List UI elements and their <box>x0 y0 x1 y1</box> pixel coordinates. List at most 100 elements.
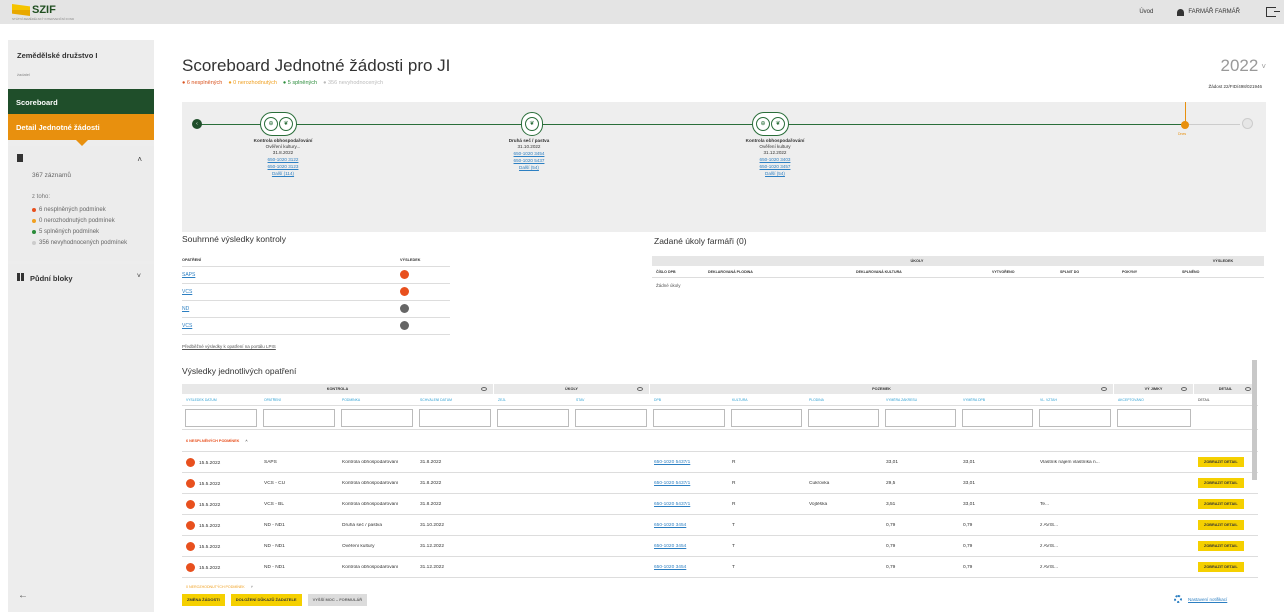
eye-icon[interactable] <box>637 387 643 391</box>
condition-unevaluated[interactable]: 356 nevyhodnocených podmínek <box>32 240 127 246</box>
timeline-node-3[interactable]: ⊕ ❦ <box>752 112 789 136</box>
event-date: 31.8.2022 <box>272 150 294 155</box>
cell-detail: ZOBRAZIT DETAIL <box>1194 541 1258 551</box>
chevron-up-icon[interactable]: ˄ <box>137 155 142 164</box>
schvaleni-date-text: 31.8.2022 <box>420 459 442 465</box>
col-podminka[interactable]: PODMÍNKA <box>338 398 416 402</box>
timeline-end-icon[interactable] <box>1242 118 1253 129</box>
opatreni-link[interactable]: SAPS <box>182 272 400 278</box>
stat-undecided: ● 0 nerozhodnutých <box>228 80 277 86</box>
event-dpb-link[interactable]: 650-1020 5437 <box>474 158 584 163</box>
eye-icon[interactable] <box>481 387 487 391</box>
submit-evidence-button[interactable]: DOLOŽENÍ DŮKAZŮ ŽADATELE <box>230 594 302 606</box>
dpb-link-text[interactable]: 650-1020 3454 <box>654 565 686 570</box>
table-row: 15.5.2022 ND - ND1 Druhá seč / pastva 31.10… <box>182 515 1258 536</box>
dpb-link-text[interactable]: 650-1020 5437/1 <box>654 502 690 507</box>
szif-logo[interactable]: SZIF <box>12 4 56 16</box>
group-ukoly: ÚKOLY <box>910 259 924 263</box>
user-menu[interactable]: FARMÁŘ FARMÁŘ <box>1177 8 1240 16</box>
force-majeure-button[interactable]: VYŠŠÍ MOC – FORMULÁŘ <box>307 594 368 606</box>
event-dpb-link[interactable]: 650-1020 3454 <box>474 151 584 156</box>
col-vymera-zakresu[interactable]: VÝMĚRA ZÁKRESU <box>882 398 959 402</box>
filter-input[interactable] <box>731 408 802 427</box>
filter-input[interactable] <box>185 408 257 427</box>
show-detail-button[interactable]: ZOBRAZIT DETAIL <box>1198 478 1244 488</box>
col-vysledek-datum[interactable]: VÝSLEDEK DATUM <box>182 398 260 402</box>
sidebar-item-scoreboard[interactable]: Scoreboard <box>8 89 154 114</box>
group-unfulfilled-toggle[interactable]: 6 NESPLNĚNÝCH PODMÍNEK ˄ <box>182 430 1258 452</box>
change-application-button[interactable]: ZMĚNA ŽÁDOSTI <box>182 594 225 606</box>
kultura-text: R <box>732 501 736 507</box>
condition-undecided[interactable]: 0 nerozhodnutých podmínek <box>32 218 115 224</box>
plodina-text: Cukrovka <box>809 480 830 486</box>
filter-input[interactable] <box>808 408 879 427</box>
lpis-results-link[interactable]: Předběžné výsledky k opatření na portálu… <box>182 344 276 349</box>
filter-input[interactable] <box>497 408 569 427</box>
eye-icon[interactable] <box>1245 387 1251 391</box>
filter-input[interactable] <box>419 408 491 427</box>
dpb-link-text[interactable]: 650-1020 5437/1 <box>654 481 690 486</box>
col-vymera-dpb[interactable]: VÝMĚRA DPB <box>959 398 1036 402</box>
event-more-link[interactable]: Další (54) <box>720 171 830 176</box>
farm-selector[interactable]: Zemědělské družstvo I žadatel <box>8 40 154 88</box>
cell-result-date: 15.5.2022 <box>182 478 260 488</box>
show-detail-button[interactable]: ZOBRAZIT DETAIL <box>1198 520 1244 530</box>
sidebar-item-pudni-bloky[interactable]: Půdní bloky ˅ <box>8 264 154 290</box>
result-dot-icon <box>400 269 409 279</box>
col-opatreni[interactable]: OPATŘENÍ <box>260 398 338 402</box>
col-kultura[interactable]: KULTURA <box>728 398 805 402</box>
notification-settings-link[interactable]: Nastavení notifikací <box>1174 595 1227 603</box>
condition-unfulfilled[interactable]: 6 nesplněných podmínek <box>32 207 106 213</box>
filter-input[interactable] <box>1039 408 1111 427</box>
event-dpb-link[interactable]: 650-1020 3457 <box>720 164 830 169</box>
cell-opatreni: ND - ND1 <box>260 523 338 528</box>
dpb-link-text[interactable]: 650-1020 3454 <box>654 523 686 528</box>
opatreni-text: ND - ND1 <box>264 564 285 570</box>
filter-input[interactable] <box>885 408 956 427</box>
event-dpb-link[interactable]: 650-1020 3123 <box>228 164 338 169</box>
opatreni-link[interactable]: VCS <box>182 289 400 295</box>
filter-input[interactable] <box>263 408 335 427</box>
col-zejl[interactable]: ZEJL <box>494 398 572 402</box>
show-detail-button[interactable]: ZOBRAZIT DETAIL <box>1198 562 1244 572</box>
col-schvaleni-datum[interactable]: SCHVÁLENÍ DATUM <box>416 398 494 402</box>
filter-input[interactable] <box>575 408 647 427</box>
result-date-text: 15.5.2022 <box>199 502 221 508</box>
status-dot-icon <box>186 541 195 551</box>
dpb-link-text[interactable]: 650-1020 5437/1 <box>654 460 690 465</box>
vertical-scrollbar[interactable] <box>1252 360 1257 480</box>
col-stav[interactable]: STAV <box>572 398 650 402</box>
show-detail-button[interactable]: ZOBRAZIT DETAIL <box>1198 499 1244 509</box>
eye-icon[interactable] <box>1101 387 1107 391</box>
filter-input[interactable] <box>653 408 725 427</box>
timeline-node-1[interactable]: ⊕ ❦ <box>260 112 297 136</box>
back-arrow-icon[interactable]: ← <box>18 590 28 601</box>
event-subtitle: Ověření kultury... <box>265 144 301 149</box>
col-plodina[interactable]: PLODINA <box>805 398 882 402</box>
timeline-prev-icon[interactable]: ‹ <box>192 119 202 129</box>
condition-fulfilled[interactable]: 5 splněných podmínek <box>32 229 99 235</box>
filter-input[interactable] <box>1117 408 1191 427</box>
dpb-link-text[interactable]: 650-1020 3454 <box>654 544 686 549</box>
year-selector[interactable]: 2022 ˅ <box>1221 56 1267 76</box>
filter-input[interactable] <box>341 408 413 427</box>
timeline-event-2: Druhá seč / pastva 31.10.2022 650-1020 3… <box>474 138 584 170</box>
col-dpb[interactable]: DPB <box>650 398 728 402</box>
show-detail-button[interactable]: ZOBRAZIT DETAIL <box>1198 541 1244 551</box>
filter-input[interactable] <box>962 408 1033 427</box>
col-akceptovano[interactable]: AKCEPTOVÁNO <box>1114 398 1194 402</box>
event-more-link[interactable]: Další (54) <box>474 165 584 170</box>
vymera-zakresu-text: 0,79 <box>886 543 896 549</box>
show-detail-button[interactable]: ZOBRAZIT DETAIL <box>1198 457 1244 467</box>
opatreni-link[interactable]: VCS <box>182 323 400 329</box>
eye-icon[interactable] <box>1181 387 1187 391</box>
timeline-node-2[interactable]: ❦ <box>521 112 543 136</box>
opatreni-link[interactable]: ND <box>182 306 400 312</box>
logout-icon[interactable] <box>1266 7 1280 17</box>
col-vl-vztah[interactable]: VL. VZTAH <box>1036 398 1114 402</box>
sidebar-item-detail[interactable]: Detail Jednotné žádosti <box>8 114 154 140</box>
event-dpb-link[interactable]: 650-1020 3403 <box>720 157 830 162</box>
nav-home-link[interactable]: Úvod <box>1139 9 1153 15</box>
event-more-link[interactable]: Další (114) <box>228 171 338 176</box>
event-dpb-link[interactable]: 650-1020 3122 <box>228 157 338 162</box>
